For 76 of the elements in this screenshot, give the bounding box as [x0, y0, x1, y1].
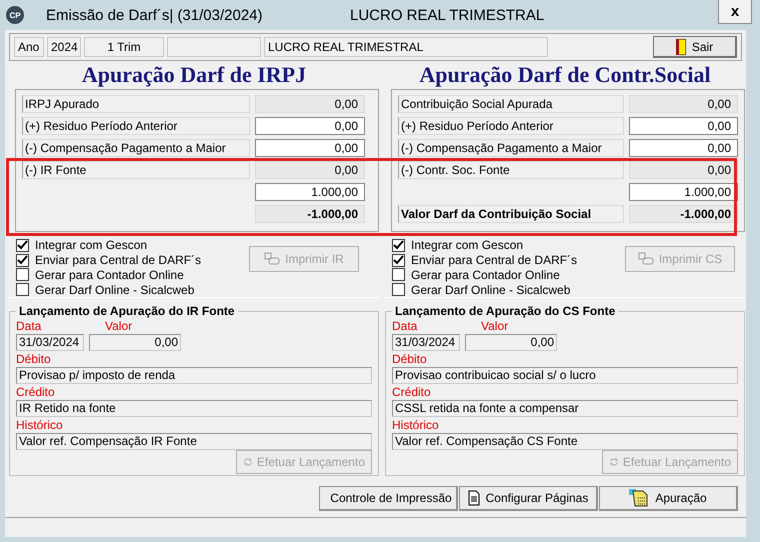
row-label: (+) Residuo Período Anterior: [22, 117, 250, 135]
checkbox[interactable]: [16, 268, 29, 282]
field-label: Crédito: [16, 384, 56, 400]
checkbox-label: Gerar para Contador Online: [411, 268, 560, 282]
value-field[interactable]: 0,00: [89, 334, 181, 351]
app-logo: CP: [6, 6, 24, 24]
value-input[interactable]: 0,00: [255, 139, 365, 157]
checkbox-label: Integrar com Gescon: [411, 238, 524, 252]
field-label: Valor: [481, 318, 508, 334]
field-label: Débito: [392, 351, 428, 367]
checkbox-label: Integrar com Gescon: [35, 238, 148, 252]
checkbox-label: Enviar para Central de DARF´s: [35, 253, 202, 268]
value-field: 0,00: [628, 95, 738, 113]
footer-button[interactable]: Apuração: [599, 486, 738, 511]
row-label: (+) Residuo Período Anterior: [398, 117, 624, 135]
account-field[interactable]: Valor ref. Compensação IR Fonte: [16, 433, 372, 450]
total-value: -1.000,00: [255, 205, 365, 223]
total-value: -1.000,00: [628, 205, 738, 223]
value-input[interactable]: 0,00: [628, 139, 738, 157]
row-label: (-) IR Fonte: [22, 161, 250, 179]
footer-button[interactable]: Configurar Páginas: [459, 486, 598, 511]
checkbox-label: Enviar para Central de DARF´s: [411, 253, 578, 268]
group-title: Lançamento de Apuração do IR Fonte: [18, 304, 236, 318]
date-field[interactable]: 31/03/2024: [16, 334, 84, 351]
value-input[interactable]: 0,00: [628, 117, 738, 135]
year-label: Ano: [14, 37, 44, 57]
checkbox-label: Gerar Darf Online - Sicalcweb: [35, 282, 194, 297]
checkbox[interactable]: [16, 238, 29, 252]
account-field[interactable]: IR Retido na fonte: [16, 400, 372, 417]
date-field[interactable]: 31/03/2024: [392, 334, 460, 351]
window-title: Emissão de Darf´s| (31/03/2024): [46, 6, 264, 24]
field-label: Crédito: [392, 384, 432, 400]
value-field[interactable]: 0,00: [465, 334, 557, 351]
value-input[interactable]: 1.000,00: [628, 183, 738, 201]
door-icon: [676, 38, 686, 54]
checkbox-label: Gerar para Contador Online: [35, 268, 184, 282]
checkbox-label: Gerar Darf Online - Sicalcweb: [411, 282, 570, 297]
document-icon: [468, 490, 480, 506]
row-label: (-) Compensação Pagamento a Maior: [22, 139, 250, 157]
exit-button[interactable]: Sair: [653, 36, 737, 58]
account-field[interactable]: CSSL retida na fonte a compensar: [392, 400, 738, 417]
field-label: Histórico: [392, 417, 440, 433]
value-field: 0,00: [255, 95, 365, 113]
field-label: Valor: [105, 318, 132, 334]
checkbox[interactable]: [392, 283, 405, 296]
year-field[interactable]: 2024: [47, 37, 81, 57]
field-label: Histórico: [16, 417, 64, 433]
checkbox[interactable]: [16, 283, 29, 296]
checkbox[interactable]: [16, 254, 29, 267]
field-label: Data: [392, 318, 418, 334]
value-field: 0,00: [628, 161, 738, 179]
field-label: Débito: [16, 351, 52, 367]
row-label: Valor Darf da Contribuição Social: [398, 205, 624, 223]
window-subtitle: LUCRO REAL TRIMESTRAL: [350, 6, 546, 24]
calculator-icon: [629, 489, 650, 507]
group-title: Lançamento de Apuração do CS Fonte: [394, 304, 616, 318]
panel-title: Apuração Darf de IRPJ: [80, 61, 308, 89]
row-label: (-) Contr. Soc. Fonte: [398, 161, 624, 179]
account-field[interactable]: Provisao p/ imposto de renda: [16, 367, 372, 384]
checkbox[interactable]: [392, 238, 405, 252]
row-label: IRPJ Apurado: [22, 95, 250, 113]
field-label: Data: [16, 318, 42, 334]
footer-button[interactable]: Controle de Impressão: [319, 486, 458, 511]
value-input[interactable]: 1.000,00: [255, 183, 365, 201]
period-field[interactable]: 1 Trim: [84, 37, 164, 57]
close-button[interactable]: x: [718, 0, 752, 24]
row-label: (-) Compensação Pagamento a Maior: [398, 139, 624, 157]
value-field: 0,00: [255, 161, 365, 179]
account-field[interactable]: Provisao contribuicao social s/ o lucro: [392, 367, 738, 384]
checkbox[interactable]: [392, 268, 405, 282]
panel-title: Apuração Darf de Contr.Social: [418, 61, 712, 89]
regime-field: LUCRO REAL TRIMESTRAL: [264, 37, 548, 57]
checkbox[interactable]: [392, 254, 405, 267]
row-label: Contribuição Social Apurada: [398, 95, 624, 113]
account-field[interactable]: Valor ref. Compensação CS Fonte: [392, 433, 738, 450]
value-input[interactable]: 0,00: [255, 117, 365, 135]
